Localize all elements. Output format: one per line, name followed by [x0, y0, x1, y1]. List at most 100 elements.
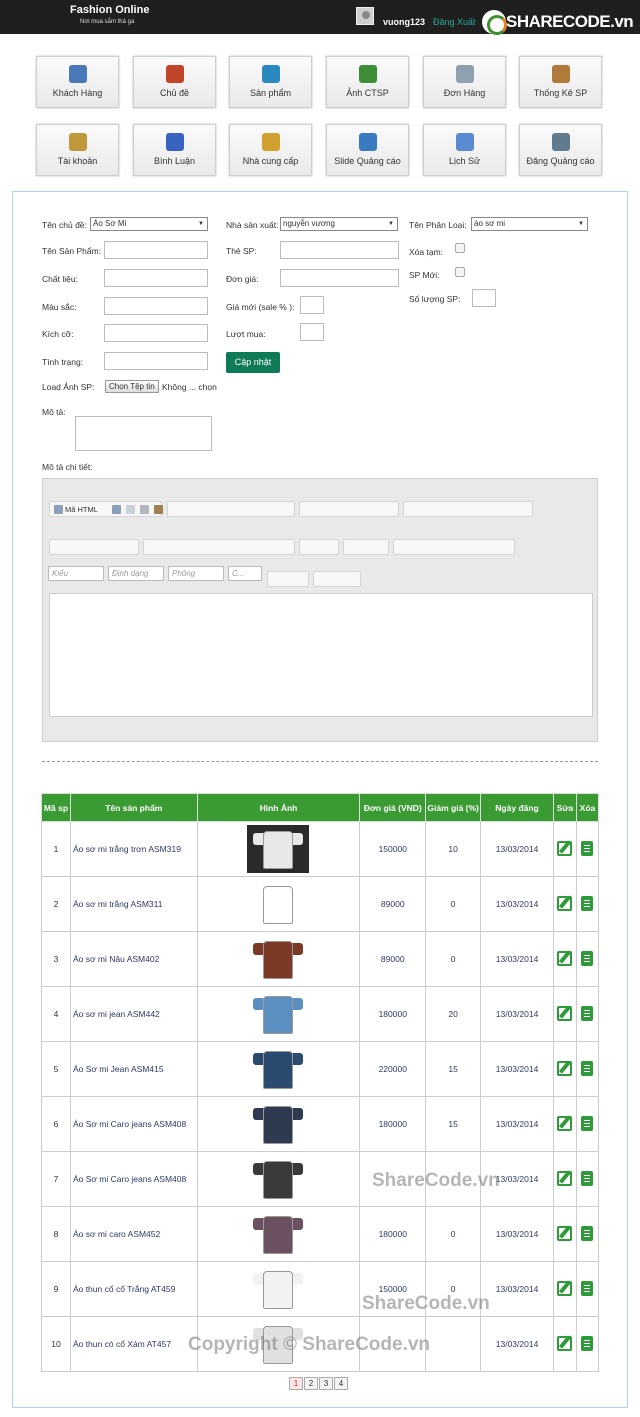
maker-select[interactable]: nguyễn vương: [280, 217, 398, 231]
product-thumbnail[interactable]: [247, 1265, 310, 1313]
font-select[interactable]: Phông: [168, 566, 224, 581]
edit-icon[interactable]: [557, 1335, 573, 1351]
nav-button-1[interactable]: Chủ đề: [133, 56, 216, 108]
product-thumbnail[interactable]: [247, 825, 310, 873]
cell-delete: [575, 821, 600, 877]
section-divider: [42, 761, 598, 762]
nav-button-0[interactable]: Khách Hàng: [36, 56, 119, 108]
cell-date: 13/03/2014: [480, 986, 554, 1042]
page-link[interactable]: 3: [319, 1377, 333, 1390]
page-link[interactable]: 2: [304, 1377, 318, 1390]
delete-icon[interactable]: [581, 950, 594, 966]
color-input[interactable]: [104, 297, 208, 315]
col-id: Mã sp: [41, 793, 71, 822]
new-checkbox[interactable]: [455, 267, 465, 277]
nav-label: Đơn Hàng: [443, 88, 486, 98]
cell-name: Áo sơ mi caro ASM452: [69, 1206, 198, 1262]
product-thumbnail[interactable]: [247, 935, 310, 983]
table-row: 7 Áo Sơ mi Caro jeans ASM408 13/03/2014: [41, 1151, 600, 1207]
delete-icon[interactable]: [581, 1225, 594, 1241]
topic-select[interactable]: Áo Sơ Mi: [90, 217, 208, 231]
logout-link[interactable]: Đăng Xuất: [433, 17, 476, 27]
material-input[interactable]: [104, 269, 208, 287]
sharecode-logo: SHARECODE.vn: [482, 10, 634, 35]
style-select[interactable]: Kiểu: [48, 566, 104, 581]
delete-icon[interactable]: [581, 1335, 594, 1351]
product-name-input[interactable]: [104, 241, 208, 259]
delete-icon[interactable]: [581, 1115, 594, 1131]
cell-delete: [575, 1041, 600, 1097]
delete-icon[interactable]: [581, 840, 594, 856]
tag-label: Thẻ SP:: [226, 246, 257, 256]
edit-icon[interactable]: [557, 840, 573, 856]
cell-image: [196, 931, 361, 987]
product-thumbnail[interactable]: [247, 880, 310, 928]
cell-name: Áo sơ mi trắng ASM311: [69, 876, 198, 932]
nav-button-10[interactable]: Lịch Sử: [423, 124, 506, 176]
nav-button-5[interactable]: Thống Kê SP: [519, 56, 602, 108]
username: vuong123: [383, 17, 426, 27]
product-thumbnail[interactable]: [247, 1100, 310, 1148]
edit-icon[interactable]: [557, 1225, 573, 1241]
nav-button-2[interactable]: Sản phẩm: [229, 56, 312, 108]
cell-id: 3: [41, 931, 71, 987]
size-input[interactable]: [104, 324, 208, 342]
desc-textarea[interactable]: [75, 416, 212, 451]
update-button[interactable]: Cập nhật: [226, 352, 280, 373]
product-thumbnail[interactable]: [247, 990, 310, 1038]
save-icon[interactable]: [112, 505, 121, 514]
qty-input[interactable]: [472, 289, 496, 307]
delete-icon[interactable]: [581, 1060, 594, 1076]
delete-icon[interactable]: [581, 1170, 594, 1186]
detail-label: Mô tả chi tiết:: [42, 462, 93, 472]
page-link[interactable]: 4: [334, 1377, 348, 1390]
format-select[interactable]: Định dạng: [108, 566, 164, 581]
delete-icon[interactable]: [581, 1280, 594, 1296]
product-table: Mã sp Tên sản phẩm Hình Ảnh Đơn giá (VND…: [41, 793, 600, 1372]
cell-sale: 15: [425, 1041, 482, 1097]
delete-temp-checkbox[interactable]: [455, 243, 465, 253]
edit-icon[interactable]: [557, 1170, 573, 1186]
cell-delete: [575, 1206, 600, 1262]
source-icon[interactable]: [54, 505, 63, 514]
file-choose-button[interactable]: Chọn Tệp tin: [105, 380, 159, 393]
page-link[interactable]: 1: [289, 1377, 303, 1390]
sale-input[interactable]: [300, 296, 324, 314]
delete-icon[interactable]: [581, 1005, 594, 1021]
status-input[interactable]: [104, 352, 208, 370]
editor-content-area[interactable]: [49, 593, 593, 717]
nav-button-11[interactable]: Đăng Quảng cáo: [519, 124, 602, 176]
price-input[interactable]: [280, 269, 399, 287]
price-label: Đơn giá:: [226, 274, 259, 284]
edit-icon[interactable]: [557, 895, 573, 911]
nav-button-9[interactable]: Slide Quảng cáo: [326, 124, 409, 176]
nav-button-7[interactable]: Bình Luận: [133, 124, 216, 176]
nav-button-4[interactable]: Đơn Hàng: [423, 56, 506, 108]
delete-icon[interactable]: [581, 895, 594, 911]
preview-icon[interactable]: [140, 505, 149, 514]
edit-icon[interactable]: [557, 1060, 573, 1076]
product-thumbnail[interactable]: [247, 1155, 310, 1203]
product-thumbnail[interactable]: [247, 1045, 310, 1093]
nav-button-8[interactable]: Nhà cung cấp: [229, 124, 312, 176]
edit-icon[interactable]: [557, 1115, 573, 1131]
table-row: 2 Áo sơ mi trắng ASM311 89000 0 13/03/2014: [41, 876, 600, 932]
new-page-icon[interactable]: [126, 505, 135, 514]
category-select[interactable]: áo sơ mi: [471, 217, 588, 231]
cell-sale: 0: [425, 931, 482, 987]
font-size-select[interactable]: C...: [228, 566, 262, 581]
edit-icon[interactable]: [557, 950, 573, 966]
cell-edit: [552, 1096, 577, 1152]
nav-label: Khách Hàng: [52, 88, 103, 98]
nav-label: Lịch Sử: [448, 156, 481, 166]
templates-icon[interactable]: [154, 505, 163, 514]
avatar[interactable]: [356, 7, 374, 25]
nav-button-3[interactable]: Ảnh CTSP: [326, 56, 409, 108]
cell-delete: [575, 876, 600, 932]
tag-input[interactable]: [280, 241, 399, 259]
edit-icon[interactable]: [557, 1005, 573, 1021]
edit-icon[interactable]: [557, 1280, 573, 1296]
product-thumbnail[interactable]: [247, 1210, 310, 1258]
views-input[interactable]: [300, 323, 324, 341]
nav-button-6[interactable]: Tài khoản: [36, 124, 119, 176]
